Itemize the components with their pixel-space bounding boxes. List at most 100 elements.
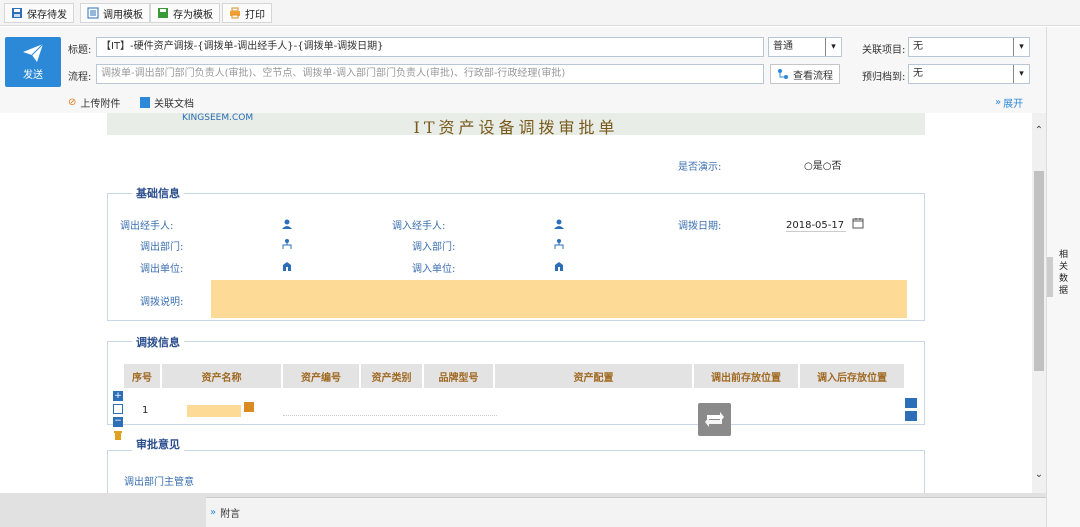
transfer-note-input[interactable]	[211, 280, 907, 318]
transfer-info-heading: 调拨信息	[132, 334, 184, 350]
related-data-label: 相关数据	[1059, 250, 1069, 296]
demo-label: 是否演示:	[678, 162, 722, 173]
add-row-icon[interactable]: +	[113, 391, 123, 401]
priority-value: 普通	[773, 41, 793, 52]
form-title: IT资产设备调拨审批单	[413, 118, 619, 137]
transfer-date-value[interactable]: 2018-05-17	[786, 220, 846, 232]
vertical-scrollbar[interactable]: ⌃ ⌄	[1032, 113, 1046, 493]
row-move-up-icon[interactable]	[905, 398, 917, 408]
transfer-note-label: 调拨说明:	[140, 297, 184, 308]
column-header: 品牌型号	[424, 364, 493, 388]
related-project-label: 关联项目:	[862, 45, 906, 56]
flow-input[interactable]: 调拨单-调出部门部门负责人(审批)、空节点、调拨单-调入部门部门负责人(审批)、…	[96, 64, 764, 84]
double-chevron-down-icon: »	[995, 97, 1002, 108]
clear-icon[interactable]	[113, 430, 123, 443]
scroll-down-icon[interactable]: ⌄	[1032, 467, 1046, 481]
form-content: KINGSEEM.COM IT资产设备调拨审批单 是否演示: ○是○否 基础信息…	[0, 113, 1032, 493]
send-label: 发送	[23, 70, 43, 81]
column-header: 资产编号	[283, 364, 359, 388]
print-label: 打印	[245, 9, 265, 21]
related-doc-label: 关联文档	[154, 99, 194, 110]
scroll-thumb[interactable]	[1034, 171, 1044, 371]
view-flow-button[interactable]: 查看流程	[770, 64, 840, 84]
column-header: 调入后存放位置	[800, 364, 904, 388]
upload-attachment-link[interactable]: ⊘ 上传附件	[68, 95, 120, 110]
transfer-date-label: 调拨日期:	[678, 221, 722, 232]
flow-icon	[777, 68, 789, 80]
priority-select[interactable]: 普通 ▾	[768, 37, 842, 57]
in-unit-label: 调入单位:	[412, 264, 456, 275]
out-dept-manager-label: 调出部门主管意	[124, 477, 194, 488]
column-header: 资产配置	[495, 364, 692, 388]
related-doc-link[interactable]: 关联文档	[140, 95, 194, 110]
panel-grip[interactable]	[1047, 257, 1053, 297]
save-template-icon	[157, 7, 169, 19]
building-picker-icon[interactable]	[554, 261, 564, 271]
flow-label: 流程:	[68, 72, 92, 83]
document-icon	[140, 97, 150, 108]
save-draft-label: 保存待发	[27, 9, 67, 21]
remove-row-icon[interactable]: −	[113, 417, 123, 427]
bottom-bar: » 附言	[0, 493, 1046, 527]
send-button[interactable]: 发送	[5, 37, 61, 87]
compose-header: 发送 标题: 【IT】-硬件资产调拨-{调拨单-调出经手人}-{调拨单-调拨日期…	[0, 27, 1046, 113]
row-cells-underline	[283, 415, 497, 416]
building-picker-icon[interactable]	[282, 261, 292, 271]
dept-picker-icon[interactable]	[554, 239, 564, 249]
demo-radio-group[interactable]: ○是○否	[804, 157, 841, 172]
double-chevron-down-icon: »	[210, 507, 217, 518]
related-data-panel[interactable]: 相关数据	[1046, 27, 1080, 527]
postscript-tab[interactable]: » 附言	[206, 497, 1046, 527]
loading-overlay-icon	[698, 403, 731, 436]
in-dept-label: 调入部门:	[412, 242, 456, 253]
out-dept-label: 调出部门:	[140, 242, 184, 253]
scroll-up-icon[interactable]: ⌃	[1032, 123, 1046, 137]
upload-attachment-label: 上传附件	[80, 99, 121, 110]
expand-label: 展开	[1003, 99, 1024, 110]
related-project-select[interactable]: 无 ▾	[908, 37, 1030, 57]
approval-heading: 审批意见	[132, 436, 184, 452]
form-banner: KINGSEEM.COM IT资产设备调拨审批单	[107, 113, 925, 137]
archive-value: 无	[913, 68, 923, 79]
save-template-button[interactable]: 存为模板	[150, 3, 220, 23]
dept-picker-icon[interactable]	[282, 239, 292, 249]
calendar-icon[interactable]	[852, 217, 864, 232]
column-header: 资产名称	[162, 364, 281, 388]
column-header: 序号	[124, 364, 160, 388]
toolbar: 保存待发 调用模板 存为模板 打印	[0, 0, 1080, 26]
print-button[interactable]: 打印	[222, 3, 272, 23]
basic-info-heading: 基础信息	[132, 185, 184, 201]
paper-plane-icon	[23, 43, 44, 62]
expand-link[interactable]: » 展开	[995, 95, 1023, 110]
out-handler-label: 调出经手人:	[120, 221, 174, 232]
person-picker-icon[interactable]	[554, 219, 564, 229]
view-flow-label: 查看流程	[793, 70, 833, 82]
column-header: 资产类别	[361, 364, 422, 388]
column-header: 调出前存放位置	[694, 364, 798, 388]
out-unit-label: 调出单位:	[140, 264, 184, 275]
archive-label: 预归档到:	[862, 72, 906, 83]
save-icon	[11, 7, 23, 19]
chevron-down-icon: ▾	[1013, 65, 1029, 83]
title-input[interactable]: 【IT】-硬件资产调拨-{调拨单-调出经手人}-{调拨单-调拨日期}	[96, 37, 764, 57]
person-picker-icon[interactable]	[282, 219, 292, 229]
row-move-down-icon[interactable]	[905, 411, 917, 421]
row-index: 1	[142, 405, 149, 416]
title-label: 标题:	[68, 45, 92, 56]
save-template-label: 存为模板	[173, 9, 213, 21]
archive-select[interactable]: 无 ▾	[908, 64, 1030, 84]
chevron-down-icon: ▾	[825, 38, 841, 56]
asset-name-input[interactable]	[187, 405, 241, 417]
select-row-checkbox[interactable]	[113, 404, 123, 414]
use-template-button[interactable]: 调用模板	[80, 3, 150, 23]
paperclip-icon: ⊘	[68, 97, 77, 108]
chevron-down-icon: ▾	[1013, 38, 1029, 56]
related-project-value: 无	[913, 41, 923, 52]
template-icon	[87, 7, 99, 19]
in-handler-label: 调入经手人:	[392, 221, 446, 232]
use-template-label: 调用模板	[103, 9, 143, 21]
save-draft-button[interactable]: 保存待发	[4, 3, 74, 23]
printer-icon	[229, 7, 241, 19]
select-asset-icon[interactable]	[244, 402, 254, 412]
approval-box	[107, 450, 925, 493]
